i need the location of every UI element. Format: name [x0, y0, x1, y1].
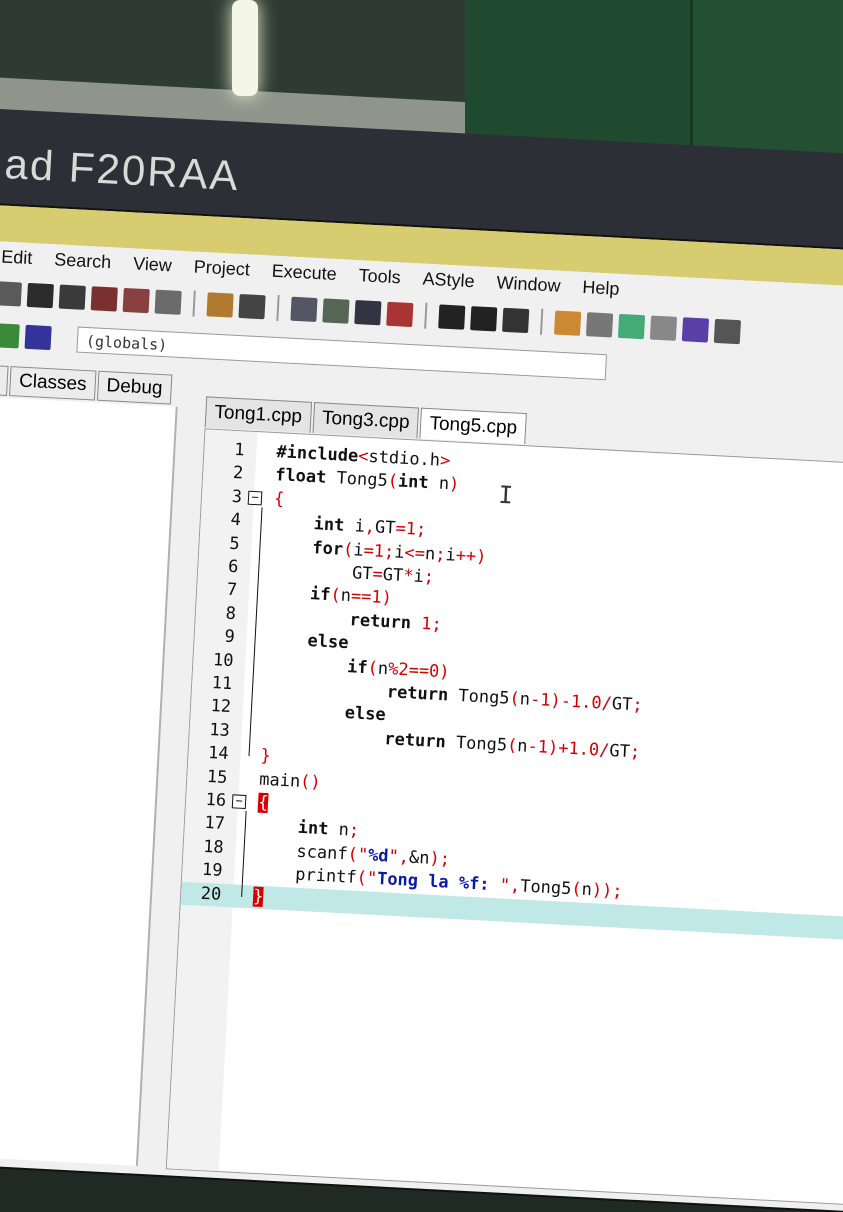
tab-tong1[interactable]: Tong1.cpp: [204, 396, 312, 433]
replace-icon[interactable]: [322, 298, 350, 324]
line-number: 7: [226, 580, 238, 601]
unindent-icon[interactable]: [386, 301, 414, 328]
rebuild-icon[interactable]: [649, 315, 678, 341]
line-number: 10: [212, 649, 234, 671]
bookmark-icon[interactable]: [438, 304, 466, 330]
tab-debug[interactable]: Debug: [96, 370, 173, 405]
menu-execute[interactable]: Execute: [271, 260, 337, 284]
menu-view[interactable]: View: [133, 253, 173, 276]
line-number: 1: [233, 439, 246, 461]
tab-project[interactable]: t: [0, 364, 9, 396]
toolbar-separator: [276, 294, 280, 322]
left-panel: [0, 396, 178, 1166]
toolbar-separator: [424, 302, 428, 329]
menu-project[interactable]: Project: [193, 256, 250, 280]
find-icon[interactable]: [290, 296, 318, 323]
code-text: {: [273, 488, 285, 510]
ide-window: Edit Search View Project Execute Tools A…: [0, 205, 843, 1212]
tab-tong3[interactable]: Tong3.cpp: [312, 402, 420, 439]
close-icon[interactable]: [90, 286, 118, 312]
ceiling-lamp: [232, 0, 258, 96]
tab-classes[interactable]: Classes: [9, 366, 97, 401]
check-icon[interactable]: [681, 317, 710, 343]
redo-icon[interactable]: [238, 293, 266, 320]
line-number: 14: [207, 743, 230, 765]
menu-astyle[interactable]: AStyle: [422, 268, 475, 292]
line-number: 12: [210, 696, 232, 718]
code-text: main(): [258, 769, 322, 793]
goto-bookmark-icon[interactable]: [470, 306, 498, 332]
new-file-icon[interactable]: [0, 281, 22, 307]
line-number: 16: [205, 789, 227, 811]
goto-line-icon[interactable]: [502, 307, 530, 334]
open-file-icon[interactable]: [26, 282, 54, 309]
line-number: 9: [223, 626, 236, 648]
menu-edit[interactable]: Edit: [1, 246, 33, 269]
menu-help[interactable]: Help: [582, 276, 620, 299]
fold-toggle-icon[interactable]: −: [247, 490, 263, 506]
fold-toggle-icon[interactable]: −: [231, 793, 247, 810]
new-project-icon[interactable]: [0, 323, 20, 349]
save-all-icon[interactable]: [58, 284, 86, 310]
line-number: 19: [201, 859, 223, 882]
line-number: 5: [228, 533, 241, 554]
menu-tools[interactable]: Tools: [358, 265, 401, 288]
compile-run-icon[interactable]: [617, 313, 646, 340]
code-text: {: [257, 792, 269, 814]
line-number: 2: [232, 463, 244, 484]
line-number: 11: [211, 673, 233, 695]
tab-tong5[interactable]: Tong5.cpp: [419, 407, 527, 445]
line-number: 18: [202, 836, 225, 858]
toolbar-separator: [539, 308, 544, 335]
menu-window[interactable]: Window: [496, 272, 561, 296]
code-text: }: [252, 886, 264, 907]
line-number: 8: [225, 603, 237, 625]
class-browser-icon[interactable]: [24, 324, 52, 351]
line-number: 13: [208, 719, 231, 741]
print-icon[interactable]: [154, 289, 182, 315]
code-text: }: [260, 745, 272, 767]
line-number: 15: [206, 766, 228, 788]
compile-icon[interactable]: [553, 310, 582, 336]
line-number: 17: [203, 813, 226, 835]
menu-search[interactable]: Search: [54, 249, 112, 273]
code-editor[interactable]: 1 #include<stdio.h> 2 float Tong5(int n) 3−{…: [165, 428, 843, 1206]
run-icon[interactable]: [585, 312, 614, 338]
undo-icon[interactable]: [206, 292, 234, 318]
line-number: 3: [231, 486, 243, 508]
toolbar-separator: [192, 290, 196, 317]
indent-icon[interactable]: [354, 300, 382, 326]
line-number: 6: [227, 556, 239, 578]
close-all-icon[interactable]: [122, 287, 150, 314]
stop-icon[interactable]: [713, 318, 741, 345]
line-number: 20: [200, 883, 222, 905]
line-number: 4: [230, 510, 242, 531]
text-cursor-icon: I: [497, 480, 514, 510]
